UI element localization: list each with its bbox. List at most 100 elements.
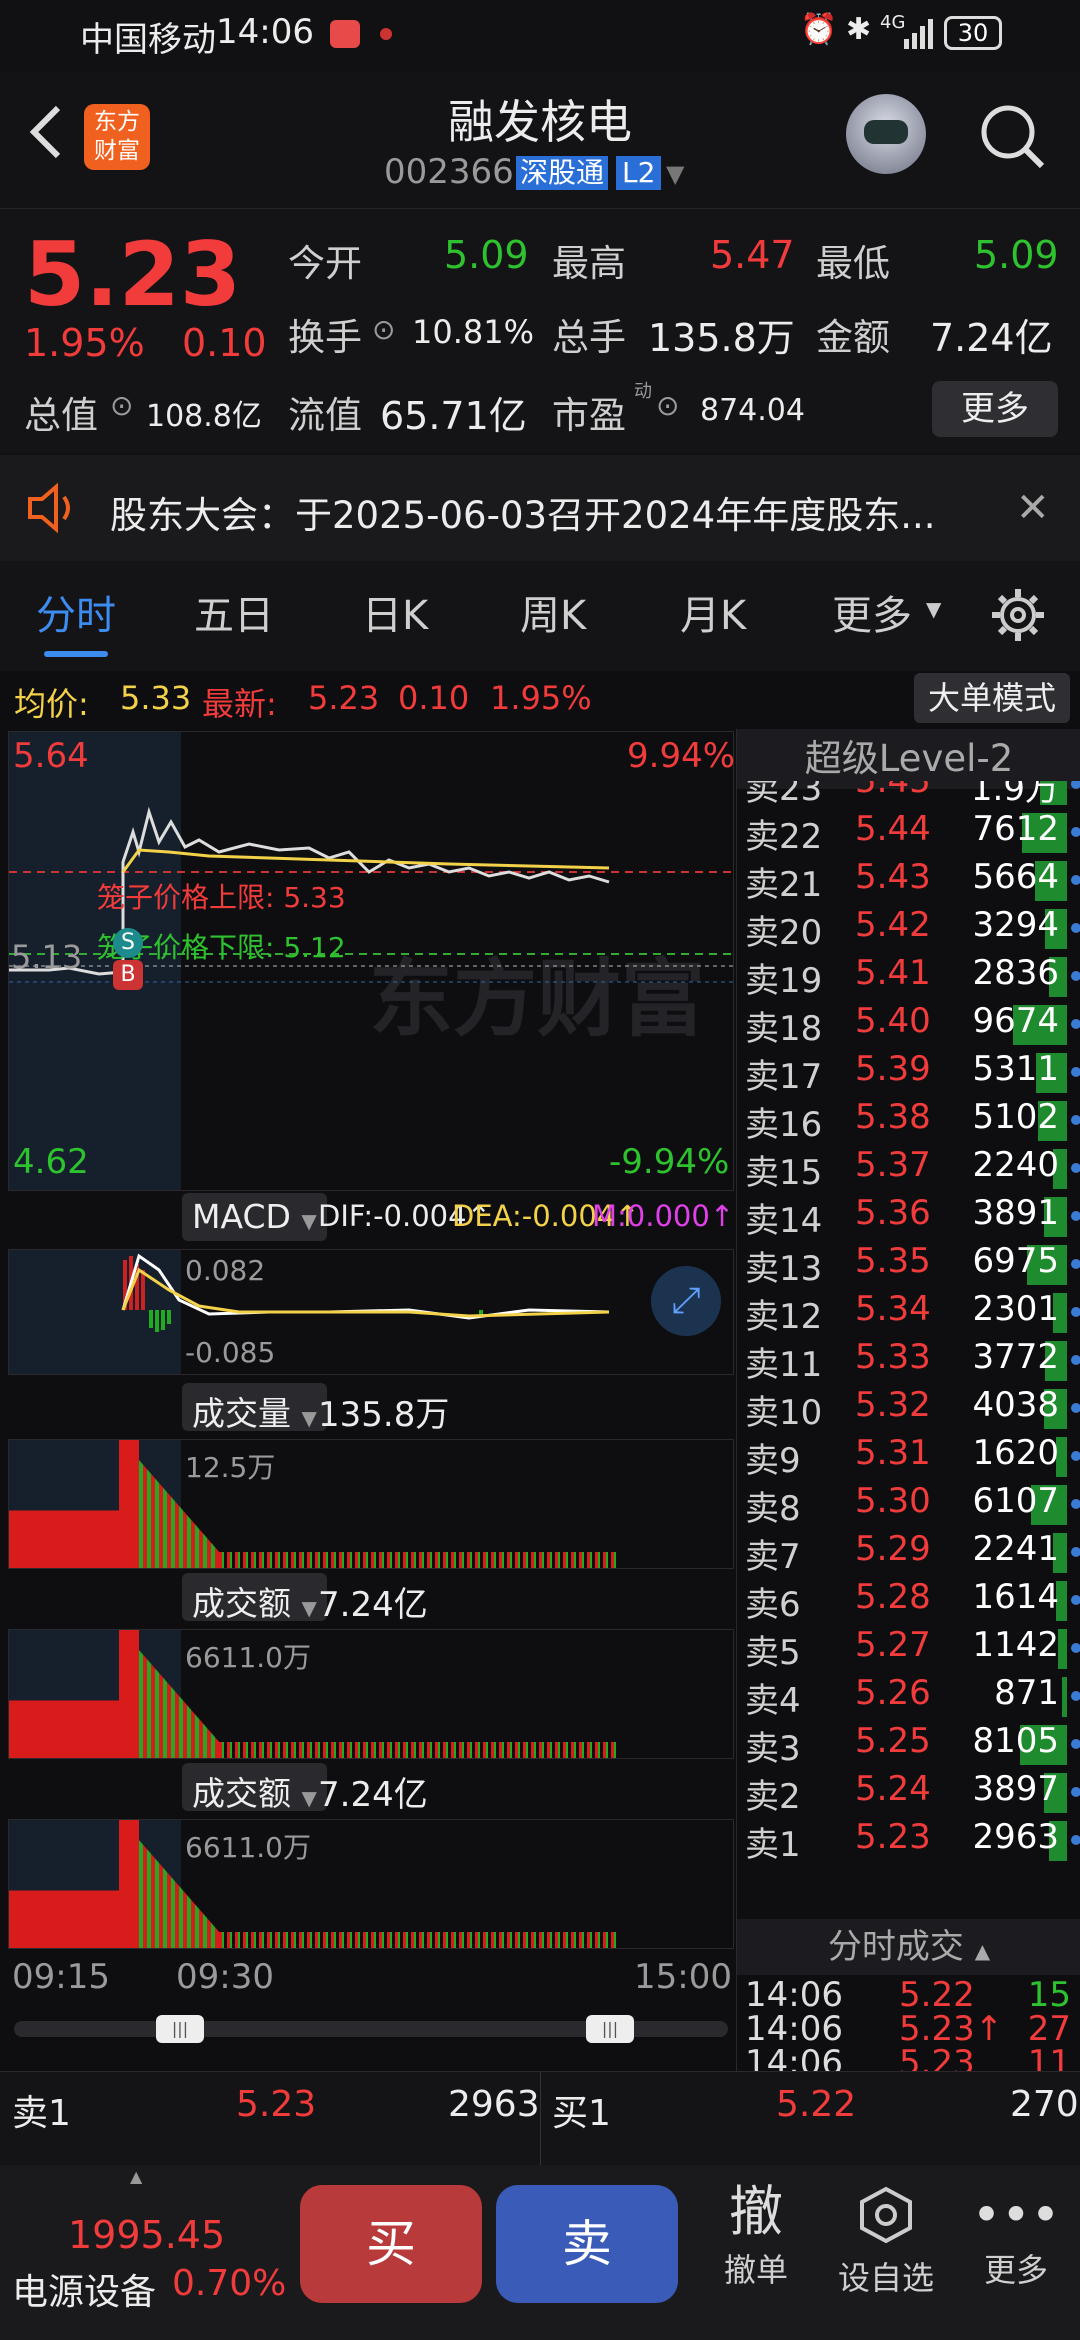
orderbook-row[interactable]: 卖20 5.42 3294	[737, 905, 1080, 953]
orderbook-level: 卖8	[745, 1489, 801, 1529]
orderbook-dot-icon	[1071, 1499, 1080, 1509]
orderbook-volume: 5102	[972, 1097, 1059, 1137]
tab-intraday[interactable]: 分时	[36, 583, 116, 641]
add-watchlist-button[interactable]: 设自选	[826, 2185, 946, 2299]
orderbook-row[interactable]: 卖10 5.32 4038	[737, 1385, 1080, 1433]
amount-selector-2[interactable]: 成交额 ▼	[182, 1763, 327, 1813]
price-axis-top: 5.64	[13, 736, 89, 776]
search-icon[interactable]	[978, 102, 1048, 176]
info-icon[interactable]: ⊙	[372, 313, 395, 346]
amount-chart[interactable]: 6611.0万	[8, 1629, 734, 1759]
orderbook-price: 5.34	[855, 1289, 931, 1329]
orderbook-volume-bar	[1062, 1677, 1067, 1717]
chevron-down-icon: ▼	[926, 597, 942, 621]
orderbook-volume: 8105	[972, 1721, 1059, 1761]
orderbook-row[interactable]: 卖17 5.39 5311	[737, 1049, 1080, 1097]
range-handle-right[interactable]: |||	[586, 2015, 634, 2043]
low-value: 5.09	[974, 233, 1059, 277]
sell-marker-icon[interactable]: S	[113, 928, 143, 958]
orderbook-dot-icon	[1071, 1115, 1080, 1125]
more-menu-button[interactable]: ••• 更多	[966, 2185, 1066, 2291]
volume-axis-max: 12.5万	[185, 1451, 276, 1484]
orderbook-price: 5.30	[855, 1481, 931, 1521]
macd-selector[interactable]: MACD ▼	[182, 1193, 327, 1241]
orderbook-row[interactable]: 卖13 5.35 6975	[737, 1241, 1080, 1289]
battery-icon: 30	[944, 16, 1002, 50]
quote-panel: 5.23 1.95% 0.10 今开 5.09 最高 5.47 最低 5.09 …	[0, 208, 1080, 453]
info-icon[interactable]: ⊙	[110, 389, 133, 422]
orderbook-row[interactable]: 卖18 5.40 9674	[737, 1001, 1080, 1049]
sector-index-value[interactable]: 1995.45	[68, 2213, 225, 2257]
more-quote-button[interactable]: 更多	[932, 381, 1058, 437]
orderbook-row[interactable]: 卖9 5.31 1620	[737, 1433, 1080, 1481]
chart-area: 均价: 5.33 最新: 5.23 0.10 1.95% 大单模式 东方财富 5…	[0, 671, 1080, 2071]
range-handle-left[interactable]: |||	[156, 2015, 204, 2043]
trades-title: 分时成交	[827, 1927, 964, 1967]
tab-more[interactable]: 更多	[832, 583, 912, 641]
orderbook-volume: 7612	[972, 809, 1059, 849]
expand-icon[interactable]: ⤢	[651, 1266, 721, 1336]
volume-selector[interactable]: 成交量 ▼	[182, 1383, 327, 1433]
amount-chart-2[interactable]: 6611.0万	[8, 1819, 734, 1949]
float-label: 流值	[288, 394, 362, 437]
orderbook-level: 卖22	[745, 817, 823, 857]
volume-chart[interactable]: 12.5万	[8, 1439, 734, 1569]
robot-assistant-icon[interactable]	[846, 94, 926, 174]
trade-time: 14:06	[745, 2043, 843, 2071]
orderbook-level: 卖17	[745, 1057, 823, 1097]
pe-dynamic-mark: 动	[634, 381, 652, 402]
orderbook-volume: 2836	[972, 953, 1059, 993]
orderbook-volume: 2241	[972, 1529, 1059, 1569]
price-chart[interactable]: 东方财富 5.64 9.94% 4.62 -9.94% 5.13 笼子价格上限:…	[8, 731, 735, 1191]
orderbook-row[interactable]: 卖2 5.24 3897	[737, 1769, 1080, 1817]
orderbook-row[interactable]: 卖5 5.27 1142	[737, 1625, 1080, 1673]
orderbook-row[interactable]: 卖23 5.45 1.9万	[737, 781, 1080, 809]
trades-header[interactable]: 分时成交 ▲	[737, 1919, 1080, 1975]
orderbook-dot-icon	[1071, 1355, 1080, 1365]
orderbook-dot-icon	[1071, 1259, 1080, 1269]
sell-button[interactable]: 卖	[496, 2185, 678, 2303]
big-order-mode-button[interactable]: 大单模式	[914, 673, 1070, 723]
tab-monthly-k[interactable]: 月K	[680, 583, 746, 641]
orderbook-row[interactable]: 卖15 5.37 2240	[737, 1145, 1080, 1193]
tab-5day[interactable]: 五日	[194, 583, 274, 641]
level2-title[interactable]: 超级Level-2	[737, 729, 1080, 789]
orderbook-row[interactable]: 卖16 5.38 5102	[737, 1097, 1080, 1145]
orderbook-row[interactable]: 卖11 5.33 3772	[737, 1337, 1080, 1385]
orderbook-row[interactable]: 卖6 5.28 1614	[737, 1577, 1080, 1625]
info-icon[interactable]: ⊙	[656, 389, 679, 422]
time-axis-open: 09:30	[176, 1957, 274, 1997]
orderbook-level: 卖12	[745, 1297, 823, 1337]
orderbook-level: 卖4	[745, 1681, 801, 1721]
orderbook-row[interactable]: 卖1 5.23 2963	[737, 1817, 1080, 1865]
orderbook-row[interactable]: 卖14 5.36 3891	[737, 1193, 1080, 1241]
orderbook-dot-icon	[1071, 875, 1080, 885]
notice-bar[interactable]: 股东大会：于2025-06-03召开2024年年度股东... ✕	[0, 455, 1080, 561]
buy1-label: 买1	[552, 2093, 611, 2134]
orderbook-list[interactable]: 卖23 5.45 1.9万 卖22 5.44 7612 卖21 5.43 5664 卖20 5.42…	[737, 781, 1080, 1921]
tab-daily-k[interactable]: 日K	[362, 583, 428, 641]
orderbook-row[interactable]: 卖7 5.29 2241	[737, 1529, 1080, 1577]
orderbook-row[interactable]: 卖22 5.44 7612	[737, 809, 1080, 857]
orderbook-row[interactable]: 卖4 5.26 871	[737, 1673, 1080, 1721]
amount-selector[interactable]: 成交额 ▼	[182, 1573, 327, 1623]
orderbook-row[interactable]: 卖8 5.30 6107	[737, 1481, 1080, 1529]
orderbook-price: 5.42	[855, 905, 931, 945]
turnover-label: 换手	[288, 316, 362, 359]
sector-name[interactable]: 电源设备	[12, 2263, 156, 2315]
close-icon[interactable]: ✕	[1016, 485, 1050, 531]
trade-row: 14:06 5.23↑ 27	[737, 2009, 1080, 2049]
orderbook-row[interactable]: 卖21 5.43 5664	[737, 857, 1080, 905]
cancel-order-button[interactable]: 撤 撤单	[706, 2179, 806, 2291]
gear-icon[interactable]	[990, 587, 1046, 647]
orderbook-row[interactable]: 卖3 5.25 8105	[737, 1721, 1080, 1769]
orderbook-row[interactable]: 卖19 5.41 2836	[737, 953, 1080, 1001]
buy-marker-icon[interactable]: B	[113, 960, 143, 990]
tab-weekly-k[interactable]: 周K	[520, 583, 586, 641]
open-label: 今开	[288, 242, 362, 285]
buy-button[interactable]: 买	[300, 2185, 482, 2303]
macd-chart[interactable]: 0.082 -0.085 ⤢	[8, 1249, 734, 1375]
dropdown-icon[interactable]: ▼	[666, 160, 684, 188]
orderbook-row[interactable]: 卖12 5.34 2301	[737, 1289, 1080, 1337]
orderbook-level: 卖10	[745, 1393, 823, 1433]
